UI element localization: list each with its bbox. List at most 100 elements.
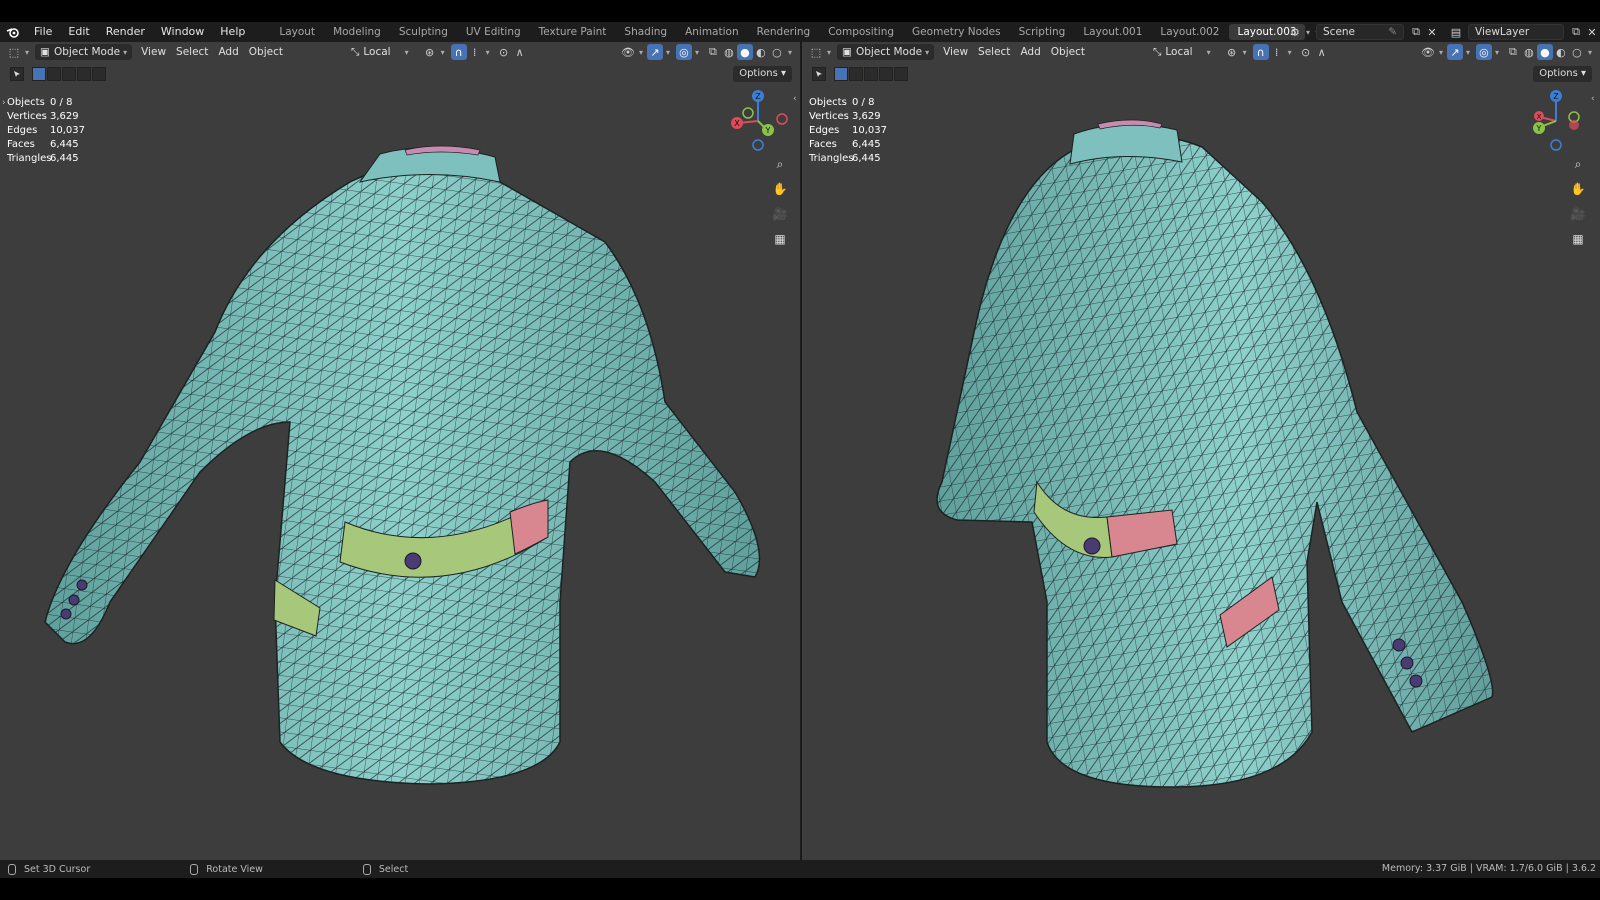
- pan-hand-icon[interactable]: ✋: [771, 180, 789, 198]
- visibility-icon[interactable]: 👁: [620, 44, 636, 60]
- transform-orientation-select[interactable]: ⤡ Local ▾: [346, 44, 414, 60]
- view-menu[interactable]: View: [136, 44, 171, 60]
- select-tool-icon[interactable]: [10, 67, 24, 81]
- chevron-down-icon[interactable]: ▾: [1243, 48, 1247, 57]
- falloff-icon[interactable]: ∧: [512, 44, 528, 60]
- select-tool-icon[interactable]: [812, 67, 826, 81]
- tab-geometry-nodes[interactable]: Geometry Nodes: [904, 24, 1009, 40]
- camera-view-icon[interactable]: 🎥: [771, 205, 789, 223]
- chevron-down-icon[interactable]: ▾: [25, 48, 29, 57]
- overlays-toggle-icon[interactable]: ◎: [675, 44, 692, 60]
- rendered-shading-icon[interactable]: ○: [769, 44, 785, 60]
- select-intersect-icon[interactable]: [894, 67, 908, 81]
- transform-orientation-select[interactable]: ⤡ Local ▾: [1148, 44, 1216, 60]
- xray-icon[interactable]: ⧉: [705, 44, 721, 60]
- chevron-down-icon[interactable]: ▾: [441, 48, 445, 57]
- pivot-icon[interactable]: ⊛: [1224, 44, 1240, 60]
- tab-compositing[interactable]: Compositing: [820, 24, 902, 40]
- chevron-down-icon[interactable]: ▾: [695, 48, 699, 57]
- select-subtract-icon[interactable]: [62, 67, 76, 81]
- zoom-icon[interactable]: ⌕: [1569, 155, 1587, 173]
- proportional-edit-icon[interactable]: ⊙: [496, 44, 512, 60]
- menu-file[interactable]: File: [26, 22, 60, 42]
- gizmo-neg-y[interactable]: [742, 107, 754, 119]
- mode-select[interactable]: ▣ Object Mode ▾: [837, 44, 935, 60]
- grid-perspective-icon[interactable]: ▦: [1569, 230, 1587, 248]
- scene-icon[interactable]: ⚙: [1287, 24, 1303, 40]
- select-menu[interactable]: Select: [171, 44, 213, 60]
- viewport-right[interactable]: ⬚ ▾ ▣ Object Mode ▾ View Select Add Object…: [802, 42, 1600, 860]
- falloff-icon[interactable]: ∧: [1314, 44, 1330, 60]
- camera-view-icon[interactable]: 🎥: [1569, 205, 1587, 223]
- tab-modeling[interactable]: Modeling: [325, 24, 389, 40]
- menu-render[interactable]: Render: [98, 22, 153, 42]
- new-scene-icon[interactable]: ⧉: [1408, 24, 1424, 40]
- select-extend-icon[interactable]: [849, 67, 863, 81]
- menu-window[interactable]: Window: [153, 22, 212, 42]
- tab-animation[interactable]: Animation: [677, 24, 747, 40]
- remove-view-layer-icon[interactable]: ✕: [1584, 24, 1600, 40]
- gizmo-neg-z[interactable]: [1550, 139, 1562, 151]
- editor-type-icon[interactable]: ⬚: [808, 44, 824, 60]
- chevron-down-icon[interactable]: ▾: [788, 48, 792, 57]
- menu-help[interactable]: Help: [212, 22, 253, 42]
- select-new-icon[interactable]: [32, 67, 46, 81]
- select-intersect-icon[interactable]: [92, 67, 106, 81]
- pivot-icon[interactable]: ⊛: [422, 44, 438, 60]
- chevron-down-icon[interactable]: ▾: [1495, 48, 1499, 57]
- navigation-gizmo[interactable]: Z X Y: [726, 87, 790, 151]
- gizmo-toggle-icon[interactable]: ↗: [646, 44, 663, 60]
- select-invert-icon[interactable]: [77, 67, 91, 81]
- chevron-down-icon[interactable]: ▾: [1439, 48, 1443, 57]
- chevron-down-icon[interactable]: ▾: [666, 48, 670, 57]
- chevron-down-icon[interactable]: ▾: [1466, 48, 1470, 57]
- pin-icon[interactable]: ✎: [1388, 26, 1397, 38]
- zoom-icon[interactable]: ⌕: [771, 155, 789, 173]
- select-menu[interactable]: Select: [973, 44, 1015, 60]
- material-shading-icon[interactable]: ◐: [753, 44, 769, 60]
- tab-scripting[interactable]: Scripting: [1011, 24, 1074, 40]
- object-menu[interactable]: Object: [244, 44, 288, 60]
- chevron-down-icon[interactable]: ▾: [1288, 48, 1292, 57]
- material-shading-icon[interactable]: ◐: [1553, 44, 1569, 60]
- gizmo-neg-z[interactable]: [752, 139, 764, 151]
- proportional-edit-icon[interactable]: ⊙: [1298, 44, 1314, 60]
- add-menu[interactable]: Add: [1015, 44, 1045, 60]
- wireframe-shading-icon[interactable]: ◍: [1521, 44, 1537, 60]
- sidebar-toggle-icon[interactable]: ‹: [1591, 94, 1595, 104]
- wireframe-shading-icon[interactable]: ◍: [721, 44, 737, 60]
- view-menu[interactable]: View: [938, 44, 973, 60]
- pan-hand-icon[interactable]: ✋: [1569, 180, 1587, 198]
- options-button[interactable]: Options ▾: [733, 66, 792, 82]
- tab-layout-001[interactable]: Layout.001: [1075, 24, 1150, 40]
- tab-uv-editing[interactable]: UV Editing: [458, 24, 529, 40]
- jacket-mesh-back-view[interactable]: [0, 42, 800, 860]
- rendered-shading-icon[interactable]: ○: [1569, 44, 1585, 60]
- add-menu[interactable]: Add: [213, 44, 243, 60]
- tab-sculpting[interactable]: Sculpting: [391, 24, 456, 40]
- tab-texture-paint[interactable]: Texture Paint: [531, 24, 615, 40]
- navigation-gizmo[interactable]: Z X Y: [1524, 87, 1588, 151]
- tab-rendering[interactable]: Rendering: [749, 24, 819, 40]
- jacket-mesh-three-quarter-view[interactable]: [802, 42, 1600, 860]
- viewport-left[interactable]: ⬚ ▾ ▣ Object Mode ▾ View Select Add Object…: [0, 42, 800, 860]
- menu-edit[interactable]: Edit: [60, 22, 97, 42]
- mode-select[interactable]: ▣ Object Mode ▾: [35, 44, 133, 60]
- blender-logo-icon[interactable]: [0, 22, 26, 42]
- toolbar-toggle-icon[interactable]: ›: [2, 98, 6, 108]
- xray-icon[interactable]: ⧉: [1505, 44, 1521, 60]
- view-layer-field[interactable]: ViewLayer: [1468, 24, 1564, 40]
- sidebar-toggle-icon[interactable]: ‹: [793, 94, 797, 104]
- object-menu[interactable]: Object: [1046, 44, 1090, 60]
- solid-shading-icon[interactable]: ●: [1536, 44, 1553, 60]
- select-extend-icon[interactable]: [47, 67, 61, 81]
- snap-target-icon[interactable]: ⁞: [467, 44, 483, 60]
- grid-perspective-icon[interactable]: ▦: [771, 230, 789, 248]
- gizmo-toggle-icon[interactable]: ↗: [1446, 44, 1463, 60]
- gizmo-neg-x[interactable]: [1569, 120, 1579, 130]
- select-invert-icon[interactable]: [879, 67, 893, 81]
- remove-scene-icon[interactable]: ✕: [1424, 24, 1440, 40]
- chevron-down-icon[interactable]: ▾: [827, 48, 831, 57]
- tab-layout[interactable]: Layout: [271, 24, 323, 40]
- chevron-down-icon[interactable]: ▾: [1306, 28, 1310, 37]
